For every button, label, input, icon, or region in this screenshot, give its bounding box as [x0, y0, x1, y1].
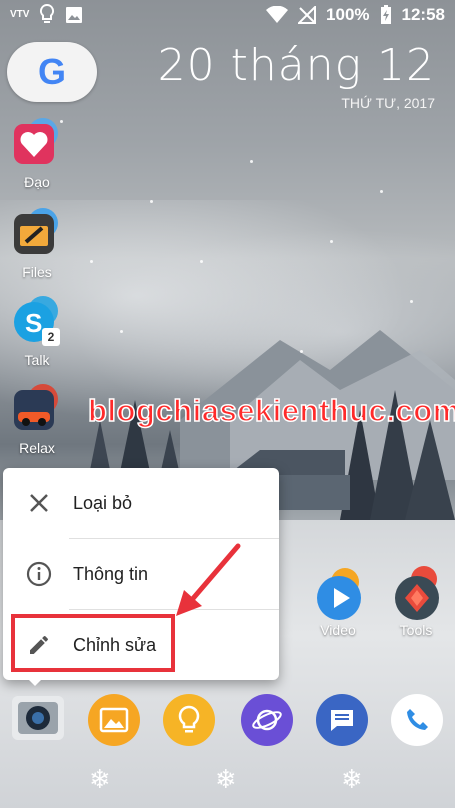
app-label: Tools [399, 622, 433, 638]
battery-charging-icon [380, 5, 391, 24]
google-search-widget[interactable]: G [7, 42, 97, 102]
weekday-text: THỨ TƯ, 2017 [341, 95, 435, 111]
status-bar: VTV 100% 12:58 [0, 0, 455, 32]
folder-label: Files [22, 264, 52, 280]
date-widget[interactable]: 20 tháng 12 THỨ TƯ, 2017 [158, 40, 435, 111]
image-icon [66, 7, 83, 23]
heart-app-icon [14, 124, 54, 164]
google-logo-icon: G [37, 51, 66, 92]
watermark-text: blogchiasekienthuc.com [87, 392, 455, 429]
snowflake-icon: ❄ [341, 765, 363, 795]
tips-bulb-icon[interactable] [163, 694, 215, 746]
folder-label: Đạo [24, 174, 50, 190]
menu-item-label: Loại bỏ [73, 492, 133, 513]
svg-text:S: S [25, 308, 42, 338]
folder-relax[interactable]: Relax [4, 384, 70, 456]
app-video[interactable]: Video [303, 568, 373, 638]
notification-badge: 2 [42, 328, 60, 346]
close-icon [21, 485, 57, 521]
racing-game-icon [14, 390, 54, 430]
menu-item-remove[interactable]: Loại bỏ [3, 468, 279, 538]
date-text: 20 tháng 12 [157, 40, 435, 91]
vtv-icon: VTV [10, 9, 30, 20]
messages-icon[interactable] [316, 694, 368, 746]
folder-dao[interactable]: Đạo [4, 118, 70, 190]
wifi-icon [266, 6, 289, 23]
clock: 12:58 [401, 5, 445, 24]
battery-percent: 100% [326, 5, 370, 24]
bulb-icon [40, 4, 55, 23]
menu-pointer [27, 678, 43, 686]
highlight-box [11, 614, 175, 672]
snowflake-icon: ❄ [215, 765, 237, 795]
snowflake-icon: ❄ [89, 765, 111, 795]
nova-launcher-icon [395, 576, 439, 620]
tools-folder-icon [14, 214, 54, 254]
play-icon [317, 576, 361, 620]
no-signal-icon [298, 6, 317, 24]
camera-icon[interactable] [12, 696, 64, 740]
folder-files[interactable]: Files [4, 208, 70, 280]
menu-item-label: Thông tin [73, 563, 149, 584]
annotation-arrow-icon [176, 543, 241, 616]
folder-label: Talk [24, 352, 50, 368]
gallery-icon[interactable] [88, 694, 140, 746]
folder-talk[interactable]: S 2 Talk [4, 296, 70, 368]
internet-browser-icon[interactable] [241, 694, 293, 746]
app-label: Video [320, 622, 356, 638]
folder-label: Relax [19, 440, 55, 456]
phone-icon[interactable] [391, 694, 443, 746]
app-tools[interactable]: Tools [381, 566, 451, 638]
info-icon [21, 556, 57, 592]
